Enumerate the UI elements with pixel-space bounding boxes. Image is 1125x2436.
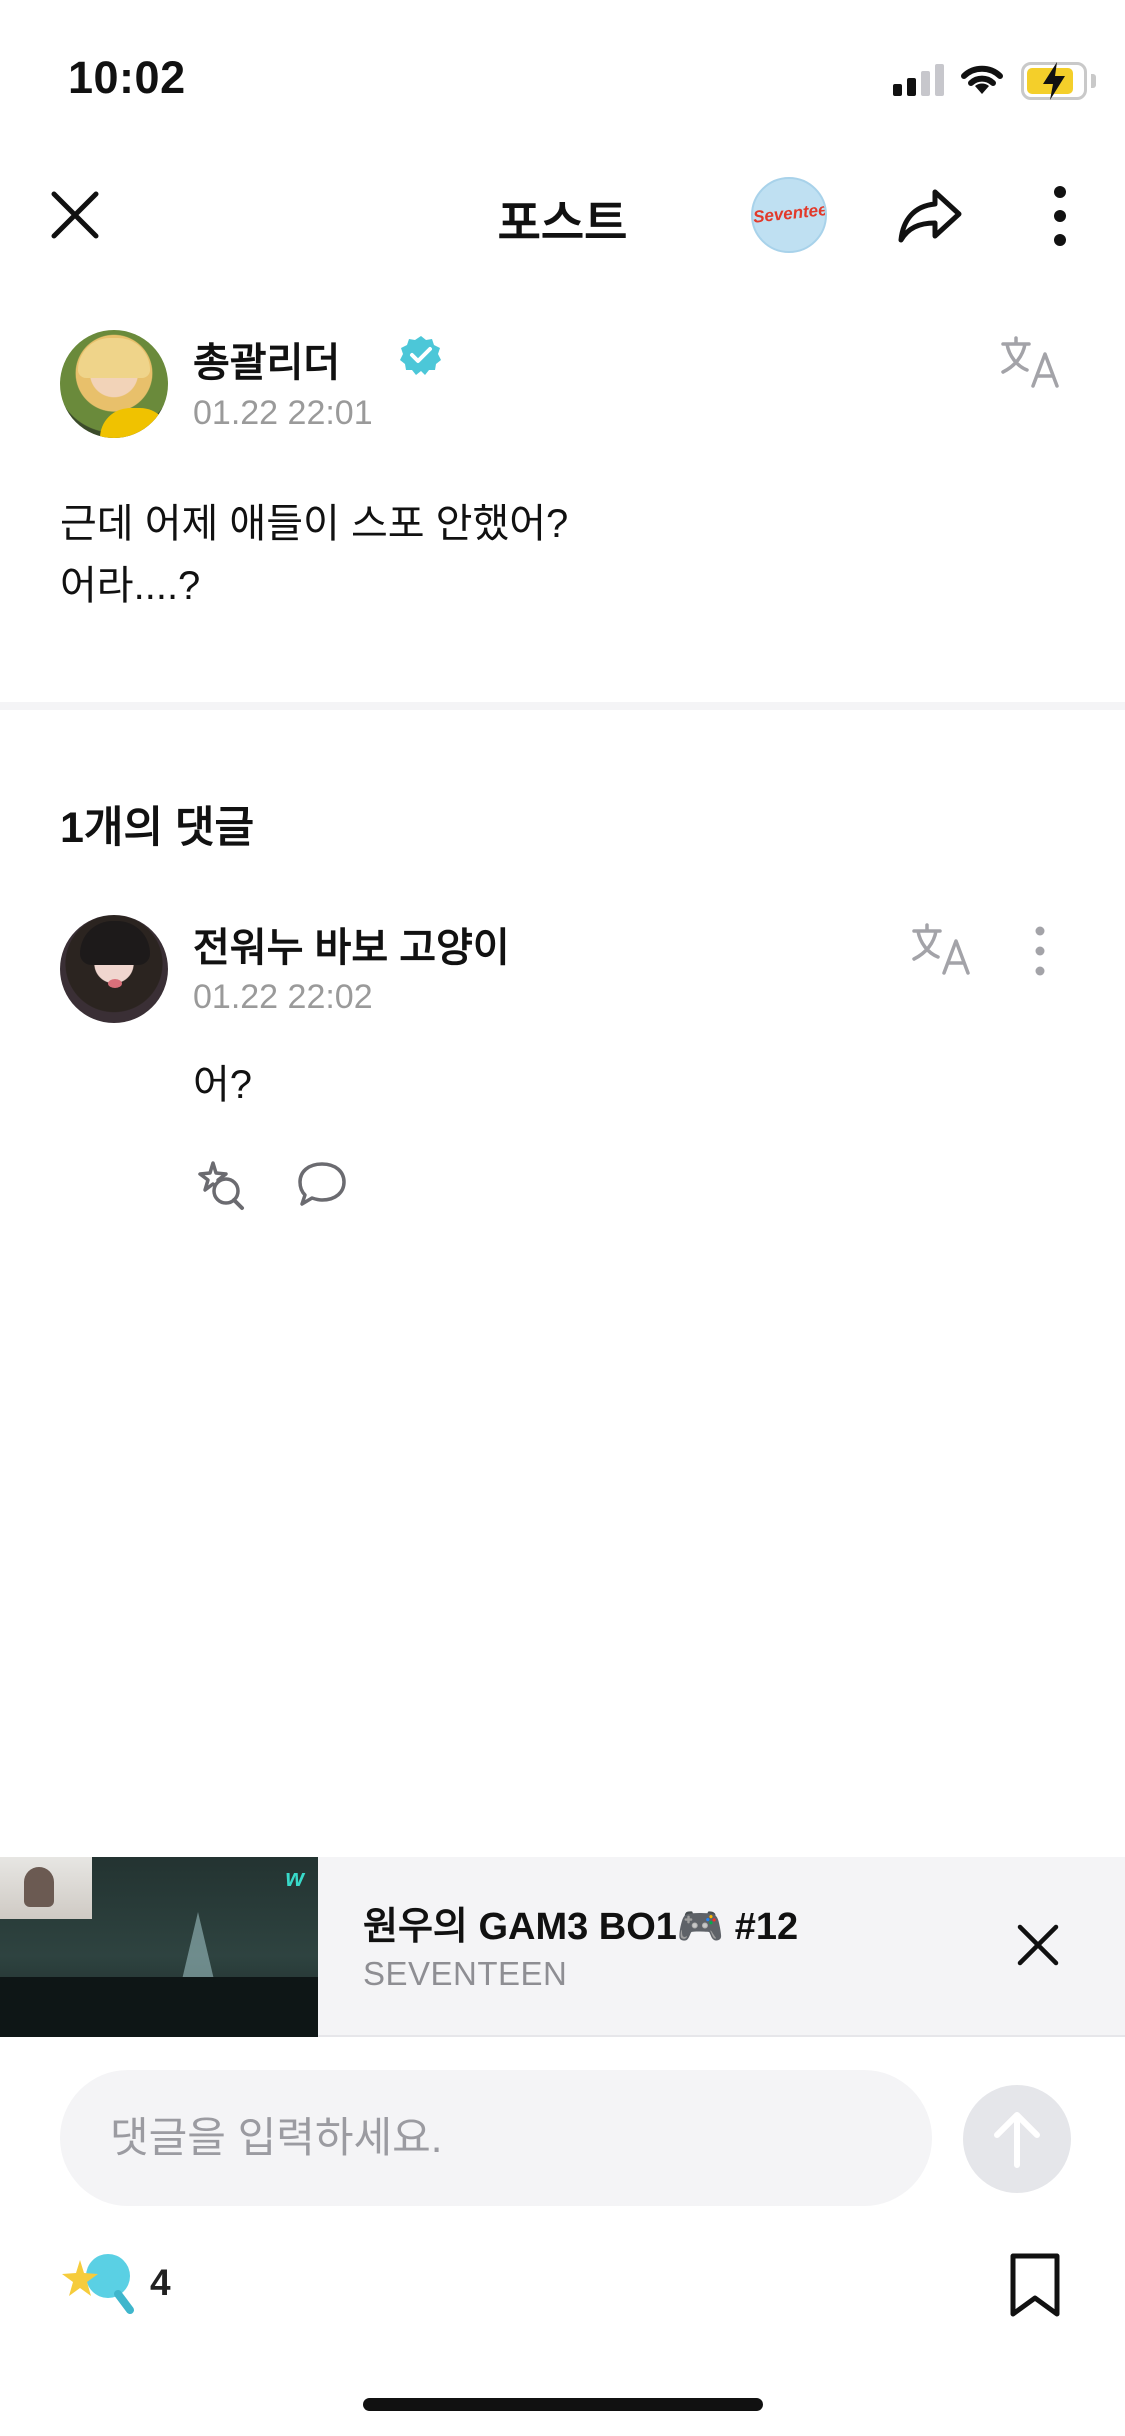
charging-bolt-icon	[1043, 62, 1065, 100]
community-badge-logo: Seventeen	[752, 198, 827, 227]
cheer-icon[interactable]	[193, 1157, 247, 1211]
mini-player-thumbnail[interactable]: w	[0, 1857, 318, 2037]
mini-player-title[interactable]: 원우의 GAM3 BO1🎮 #12	[363, 1895, 798, 1950]
cheer-count: 4	[150, 2262, 171, 2303]
commenter-avatar[interactable]	[60, 915, 168, 1023]
comment-count: 1개의 댓글	[60, 804, 255, 852]
commenter-name[interactable]: 전워누 바보 고양이	[193, 915, 510, 973]
comment-input[interactable]	[60, 2070, 932, 2206]
wifi-icon	[961, 65, 1003, 94]
translate-icon[interactable]	[999, 334, 1065, 390]
facecam-overlay	[0, 1857, 92, 1919]
verified-badge-icon	[400, 336, 441, 375]
more-vertical-icon[interactable]	[1045, 184, 1075, 248]
cheer-count-icon[interactable]	[60, 2248, 140, 2318]
post-timestamp: 01.22 22:01	[193, 394, 373, 432]
weverse-logo: w	[285, 1865, 304, 1892]
comment-item: 전워누 바보 고양이 01.22 22:02 어?	[60, 915, 1065, 1215]
section-divider	[0, 702, 1125, 710]
status-time: 10:02	[68, 52, 186, 103]
reply-icon[interactable]	[296, 1158, 348, 1210]
mini-player-close-icon[interactable]	[1012, 1919, 1064, 1971]
bookmark-icon[interactable]	[1005, 2252, 1065, 2318]
post-author: 총괄리더 01.22 22:01	[60, 330, 1065, 440]
author-name[interactable]: 총괄리더	[193, 330, 340, 388]
home-indicator	[363, 2398, 763, 2411]
post-body: 근데 어제 애들이 스포 안했어? 어라....?	[60, 502, 569, 608]
battery-tip	[1091, 74, 1096, 88]
comment-more-icon[interactable]	[1030, 923, 1050, 979]
comment-translate-icon[interactable]	[910, 921, 976, 977]
mini-player-channel: SEVENTEEN	[363, 1955, 568, 1992]
status-bar: 10:02	[0, 0, 1125, 140]
community-badge[interactable]: Seventeen	[751, 177, 827, 253]
comment-text: 어?	[193, 1063, 253, 1107]
cellular-signal-icon	[893, 64, 945, 96]
arrow-up-icon	[994, 2112, 1040, 2168]
top-navigation-bar: 포스트 Seventeen	[0, 160, 1125, 270]
mini-player[interactable]: w 원우의 GAM3 BO1🎮 #12 SEVENTEEN	[0, 1857, 1125, 2037]
avatar[interactable]	[60, 330, 168, 438]
send-button[interactable]	[963, 2085, 1071, 2193]
comment-timestamp: 01.22 22:02	[193, 978, 373, 1016]
share-icon[interactable]	[895, 184, 965, 248]
